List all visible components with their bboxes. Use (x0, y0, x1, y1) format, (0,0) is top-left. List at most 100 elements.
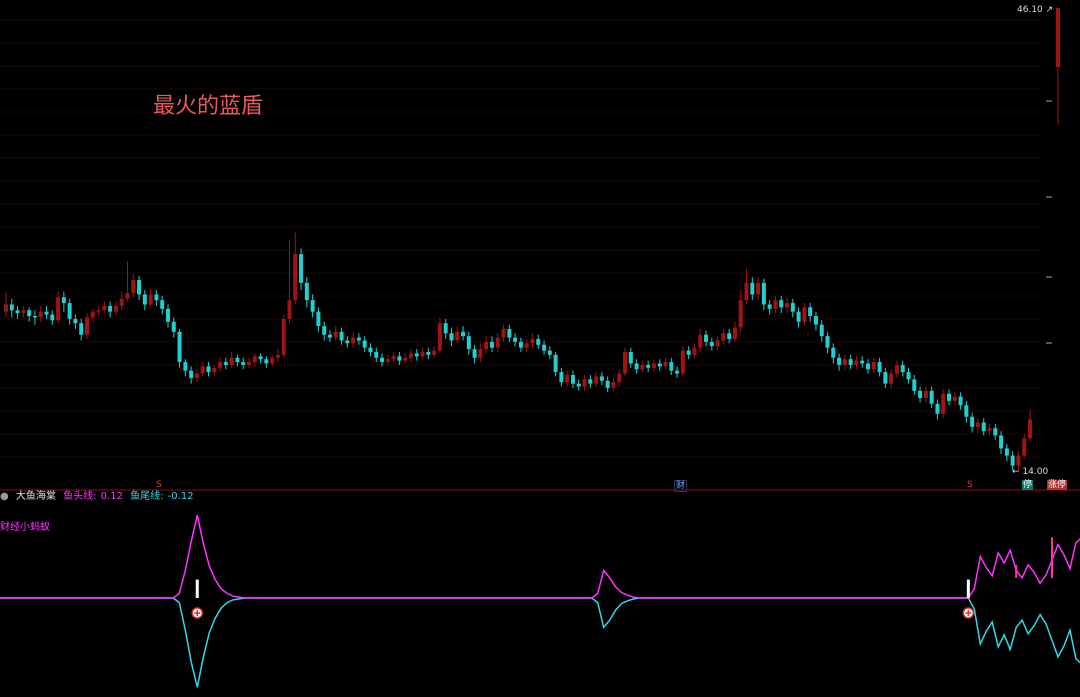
candle-body (67, 303, 72, 319)
candle-body (472, 349, 477, 358)
head-line-label: 鱼头线: (63, 491, 97, 502)
candle-body (698, 334, 703, 348)
candle-body (229, 357, 234, 365)
candle-body (408, 353, 413, 358)
candle-body (489, 341, 494, 348)
candle-body (270, 357, 275, 364)
candle-body (455, 331, 460, 341)
candle-body (542, 344, 547, 351)
candle-body (327, 334, 332, 338)
candle-body (854, 360, 859, 365)
candle-body (281, 318, 286, 355)
candle-body (750, 282, 755, 295)
candle-body (883, 372, 888, 384)
candle-body (73, 318, 78, 324)
head-line-series (0, 515, 1080, 599)
candle-body (704, 334, 709, 342)
candle-body (368, 347, 373, 352)
candle-body (391, 356, 396, 360)
candle-body (582, 379, 587, 387)
candle-body (877, 362, 882, 373)
candle-body (258, 356, 263, 360)
candle-body (293, 254, 298, 301)
candle-body (732, 327, 737, 340)
candle-body (432, 350, 437, 355)
candle-body (513, 337, 518, 342)
candle-body (200, 366, 205, 374)
candle-body (975, 422, 980, 427)
candle-body (275, 354, 280, 358)
candle-body (148, 294, 153, 305)
candle-body (322, 326, 327, 335)
candle-body (680, 350, 685, 374)
candle-body (761, 282, 766, 305)
candle-body (102, 305, 107, 311)
candle-body (333, 331, 338, 338)
candle-body (860, 360, 865, 364)
candle-body (246, 362, 251, 365)
signal-bar-marker (966, 579, 970, 598)
candle-body (108, 305, 113, 312)
candle-body (287, 300, 292, 319)
candle-body (218, 362, 223, 368)
candle-body (345, 340, 350, 344)
candle-body (241, 362, 246, 365)
candle-body (177, 331, 182, 363)
candle-body (923, 390, 928, 399)
candle-body (484, 341, 489, 350)
candle-body (802, 307, 807, 322)
candle-body (657, 363, 662, 367)
indicator-name[interactable]: 大鱼海棠 (16, 491, 56, 502)
candle-body (9, 304, 14, 311)
candle-body (50, 314, 55, 321)
candle-body (709, 341, 714, 347)
candle-body (785, 303, 790, 308)
candle-body (964, 405, 969, 417)
candle-body (1022, 438, 1027, 456)
candle-body (999, 435, 1004, 449)
candle-body (871, 362, 876, 370)
candle-body (339, 331, 344, 341)
candle-body (767, 304, 772, 309)
candle-body (206, 366, 211, 373)
candle-body (56, 297, 61, 321)
candle-body (565, 375, 570, 383)
candle-body (796, 311, 801, 322)
candle-body (628, 351, 633, 364)
candle-body (21, 310, 26, 314)
candle-body (160, 300, 165, 309)
candle-body (397, 356, 402, 361)
candle-body (981, 422, 986, 432)
marker-s-left: S (156, 480, 162, 490)
candle-body (773, 300, 778, 309)
candle-body (970, 416, 975, 427)
candle-body (223, 362, 228, 365)
candle-body (646, 364, 651, 368)
candle-body (686, 350, 691, 355)
candle-body (640, 364, 645, 370)
candle-body (385, 359, 390, 363)
candle-body (495, 337, 500, 348)
candle-body (599, 376, 604, 381)
candle-body (617, 373, 622, 383)
candle-body (756, 282, 761, 295)
candle-body (536, 339, 541, 345)
candle-body (576, 383, 581, 387)
low-price-label: ← 14.00 (1012, 467, 1048, 477)
candle-body (987, 428, 992, 432)
candle-body (912, 379, 917, 391)
candle-body (738, 300, 743, 328)
candle-body (837, 357, 842, 365)
candle-body (79, 323, 84, 335)
candle-body (559, 372, 564, 383)
indicator-status-icon[interactable]: ● (0, 491, 9, 502)
candle-body (779, 300, 784, 308)
candle-body (437, 323, 442, 351)
candle-body (96, 310, 101, 312)
signal-bar-marker (195, 579, 199, 598)
candle-body (524, 343, 529, 348)
candle-body (299, 254, 304, 283)
candle-body (310, 300, 315, 312)
candle-body (380, 357, 385, 363)
candle-body (466, 336, 471, 350)
